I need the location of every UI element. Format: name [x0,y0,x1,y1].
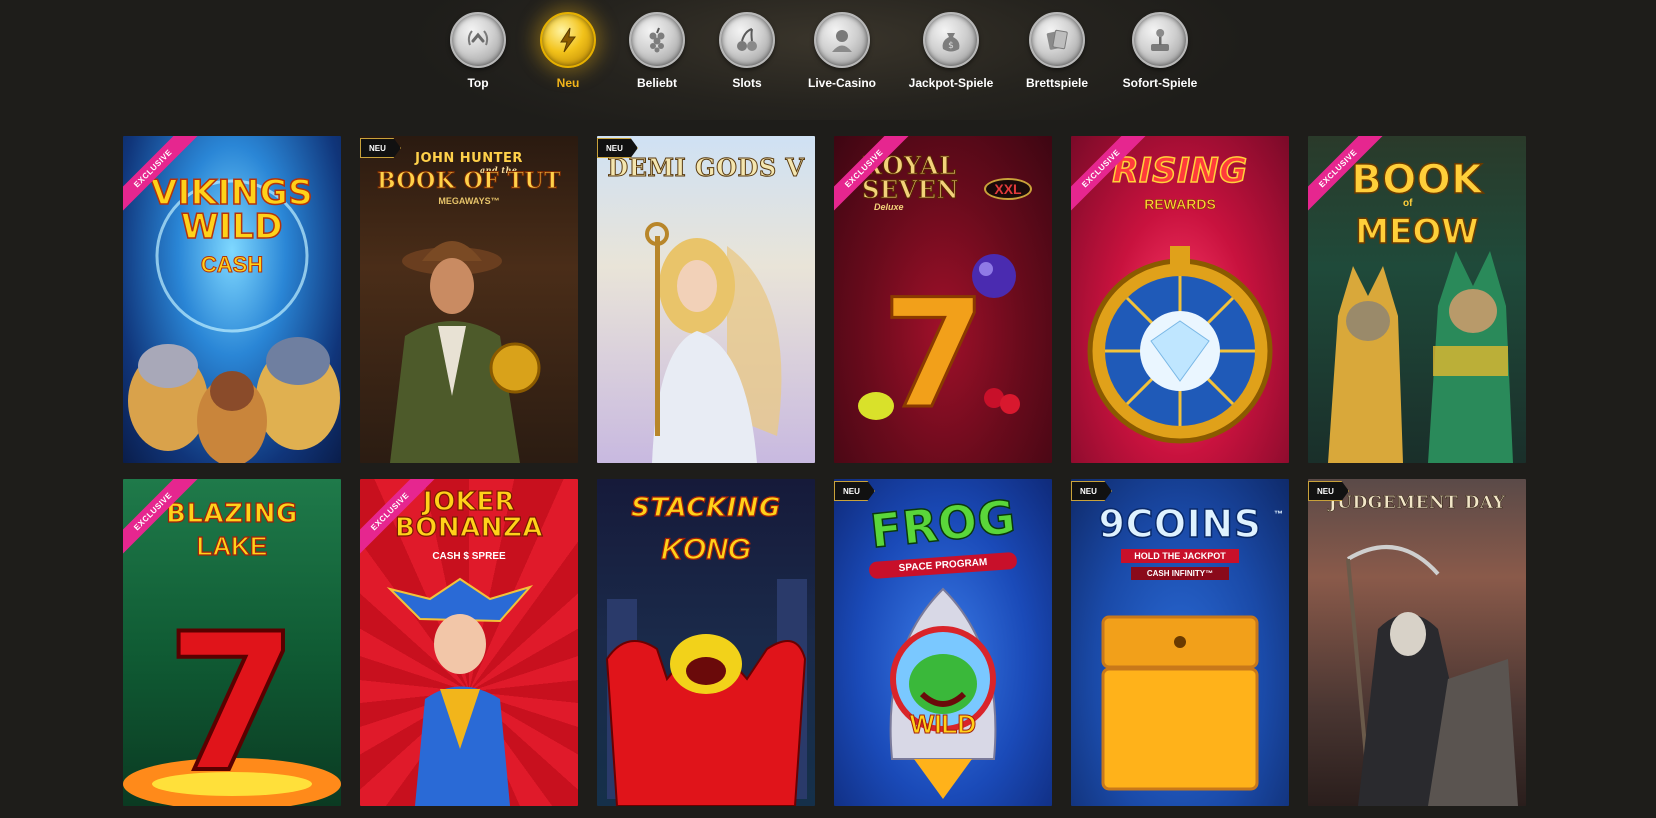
game-title: BOOK OF TUT [377,168,561,194]
game-tile-royal-seven-xxl[interactable]: 7 ROYAL SEVEN XXL Deluxe EXCLUSIVE [834,136,1052,463]
money-bag-icon: $ [923,12,979,68]
game-title: 9COINS [1098,502,1262,546]
game-tile-book-of-meow[interactable]: BOOK of MEOW EXCLUSIVE [1308,136,1526,463]
game-tile-demi-gods-v[interactable]: DEMI GODS V NEU [597,136,815,463]
nav-label: Neu [556,76,580,90]
cherries-icon [719,12,775,68]
svg-text:7: 7 [166,593,298,806]
nav-label: Beliebt [636,76,677,90]
nav-label: Jackpot-Spiele [908,76,994,90]
dealer-icon [814,12,870,68]
nav-label: Brettspiele [1025,76,1089,90]
nav-item-beliebt[interactable]: Beliebt [609,12,705,90]
game-tile-book-of-tut[interactable]: JOHN HUNTER and the BOOK OF TUT MEGAWAYS… [360,136,578,463]
category-nav: Top Neu Beliebt Slots Live-Casino $ Jack… [0,12,1656,107]
game-subtitle: CASH $ SPREE [432,551,506,562]
nav-label: Slots [732,76,762,90]
game-subtitle-2: CASH INFINITY™ [1131,567,1229,580]
game-subtitle: LAKE [196,530,268,561]
game-subtitle: REWARDS [1144,196,1216,213]
game-tile-9-coins[interactable]: 9COINS ™ HOLD THE JACKPOT CASH INFINITY™… [1071,479,1289,806]
nav-label: Live-Casino [807,76,876,90]
game-subtitle: HOLD THE JACKPOT [1121,549,1239,563]
game-subtitle: MEGAWAYS™ [438,196,500,206]
game-tile-blazing-lake[interactable]: 7 BLAZING LAKE EXCLUSIVE [123,479,341,806]
game-title: STACKING [631,493,781,523]
gorilla-illustration [605,579,807,806]
nav-item-brettspiele[interactable]: Brettspiele [1009,12,1105,90]
xxl-badge: XXL [984,178,1032,200]
game-tile-frog-space-program[interactable]: FROG SPACE PROGRAM WILD NEU [834,479,1052,806]
joystick-icon [1132,12,1188,68]
game-title: VIKINGS WILD [150,173,314,247]
game-subtitle: Deluxe [874,202,904,212]
nav-item-slots[interactable]: Slots [699,12,795,90]
new-badge: NEU [1071,481,1112,501]
cards-icon [1029,12,1085,68]
nav-item-jackpot-spiele[interactable]: $ Jackpot-Spiele [903,12,999,90]
nav-item-live-casino[interactable]: Live-Casino [794,12,890,90]
new-badge: NEU [597,138,638,158]
game-tile-rising-rewards[interactable]: RISING REWARDS EXCLUSIVE [1071,136,1289,463]
grapes-icon [629,12,685,68]
svg-text:$: $ [948,41,954,51]
game-tile-stacking-kong[interactable]: STACKING KONG [597,479,815,806]
new-badge: NEU [1308,481,1349,501]
game-title: JUDGEMENT DAY [1328,493,1506,513]
game-subtitle: CASH [200,252,264,278]
game-subtitle: MEOW [1355,211,1480,253]
game-pretitle-small: of [1403,198,1413,209]
goddess-illustration [645,222,782,463]
trademark-mark: ™ [1274,509,1283,519]
game-title: DEMI GODS V [607,153,805,182]
nav-label: Sofort-Spiele [1122,76,1198,90]
reaper-illustration [1346,545,1518,806]
game-pretitle: JOHN HUNTER [415,151,523,166]
nav-label: Top [467,76,489,90]
game-tile-judgement-day[interactable]: JUDGEMENT DAY NEU [1308,479,1526,806]
crown-laurel-icon [450,12,506,68]
game-tile-joker-bonanza[interactable]: JOKER BONANZA CASH $ SPREE EXCLUSIVE [360,479,578,806]
nav-item-neu[interactable]: Neu [520,12,616,90]
nav-item-sofort-spiele[interactable]: Sofort-Spiele [1112,12,1208,90]
new-badge: NEU [360,138,401,158]
game-subtitle: KONG [660,532,751,566]
game-tile-vikings-wild-cash[interactable]: VIKINGS WILD CASH EXCLUSIVE [123,136,341,463]
svg-text:7: 7 [882,268,986,442]
nav-item-top[interactable]: Top [430,12,526,90]
wild-label: WILD [909,709,977,740]
new-badge: NEU [834,481,875,501]
lightning-icon [540,12,596,68]
